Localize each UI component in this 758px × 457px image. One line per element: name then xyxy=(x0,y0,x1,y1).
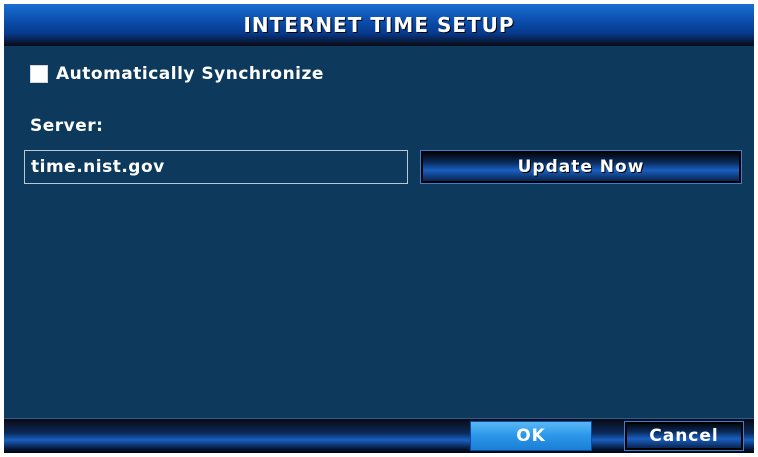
cancel-button[interactable]: Cancel xyxy=(624,421,744,451)
update-now-button[interactable]: Update Now xyxy=(420,150,742,184)
ok-button[interactable]: OK xyxy=(470,421,592,451)
auto-sync-row[interactable]: Automatically Synchronize xyxy=(30,62,324,86)
internet-time-setup-dialog: INTERNET TIME SETUP Automatically Synchr… xyxy=(4,4,754,453)
bottom-bar: OK Cancel xyxy=(4,418,754,453)
server-label: Server: xyxy=(30,116,104,136)
server-input[interactable]: time.nist.gov xyxy=(24,150,408,184)
dialog-title: INTERNET TIME SETUP xyxy=(4,4,754,46)
auto-sync-checkbox[interactable] xyxy=(30,65,48,83)
auto-sync-label: Automatically Synchronize xyxy=(56,64,324,84)
